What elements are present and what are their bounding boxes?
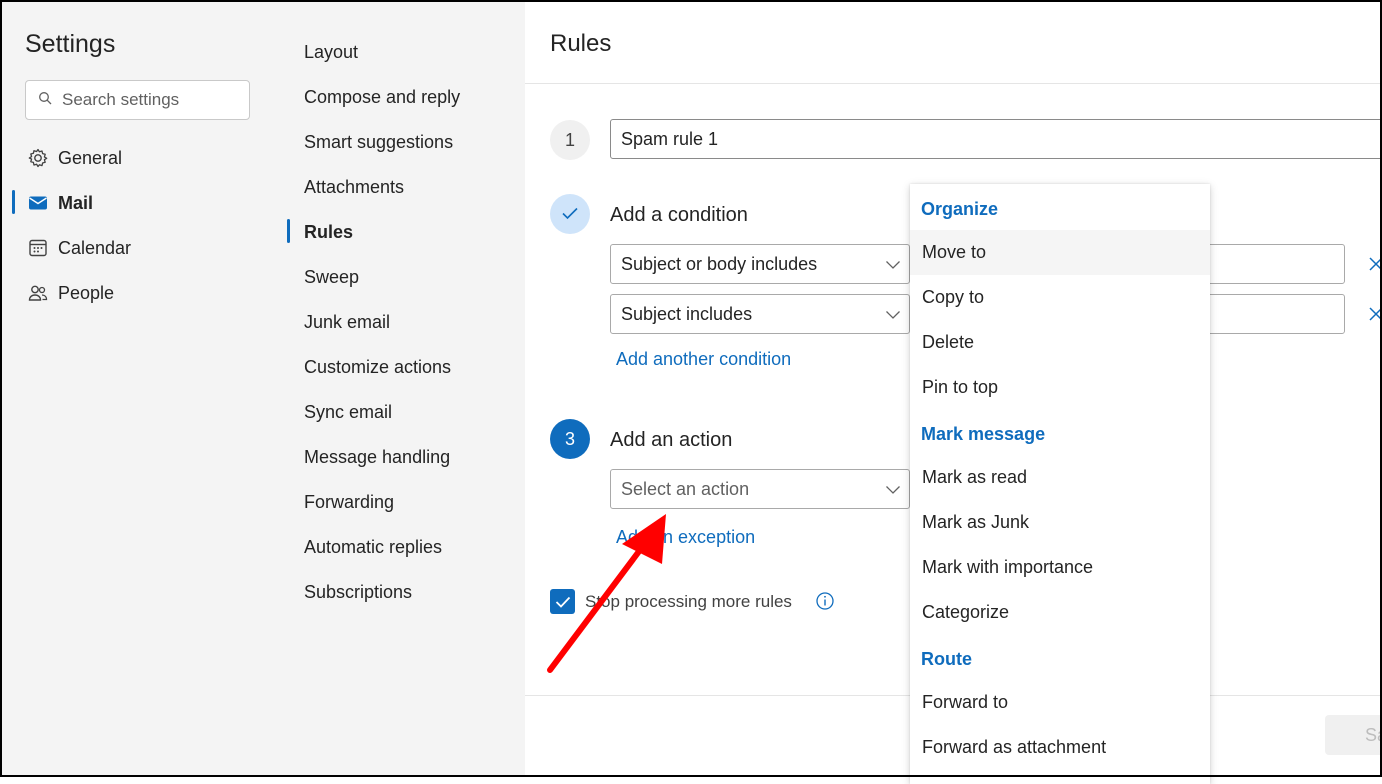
mail-settings-item-sweep[interactable]: Sweep xyxy=(304,264,359,290)
menu-item-pin-to-top[interactable]: Pin to top xyxy=(910,365,1210,410)
mail-settings-item-smart-suggestions[interactable]: Smart suggestions xyxy=(304,129,453,155)
step-2-complete-indicator xyxy=(550,194,590,234)
menu-item-categorize[interactable]: Categorize xyxy=(910,590,1210,635)
step-3-indicator: 3 xyxy=(550,419,590,459)
chevron-down-icon xyxy=(885,479,901,500)
action-menu: Organize Move to Copy to Delete Pin to t… xyxy=(910,184,1210,784)
gear-icon xyxy=(26,146,50,170)
menu-item-move-to[interactable]: Move to xyxy=(910,230,1210,275)
mail-settings-item-rules[interactable]: Rules xyxy=(304,219,353,245)
nav-item-label: Mail xyxy=(58,192,94,213)
mail-settings-item-subscriptions[interactable]: Subscriptions xyxy=(304,579,412,605)
mail-settings-item-junk-email[interactable]: Junk email xyxy=(304,309,390,335)
menu-item-copy-to[interactable]: Copy to xyxy=(910,275,1210,320)
nav-item-label: People xyxy=(58,282,115,303)
mail-settings-item-layout[interactable]: Layout xyxy=(304,39,358,65)
menu-item-mark-with-importance[interactable]: Mark with importance xyxy=(910,545,1210,590)
settings-title: Settings xyxy=(25,30,116,58)
condition-dropdown-value: Subject includes xyxy=(621,303,753,324)
step-1-indicator: 1 xyxy=(550,120,590,160)
stop-processing-label: Stop processing more rules xyxy=(585,592,792,611)
menu-group-header-route: Route xyxy=(921,649,972,669)
menu-item-forward-to[interactable]: Forward to xyxy=(910,680,1210,725)
mail-settings-item-sync-email[interactable]: Sync email xyxy=(304,399,392,425)
menu-item-forward-as-attachment[interactable]: Forward as attachment xyxy=(910,725,1210,770)
mail-settings-list: Layout Compose and reply Smart suggestio… xyxy=(276,0,525,777)
rule-name-input[interactable]: Spam rule 1 xyxy=(610,119,1382,159)
mail-settings-item-compose[interactable]: Compose and reply xyxy=(304,84,460,110)
remove-condition-1-icon[interactable] xyxy=(1367,255,1382,278)
people-icon xyxy=(26,281,50,305)
menu-group-header-mark-message: Mark message xyxy=(921,424,1046,444)
add-action-label: Add an action xyxy=(610,429,733,451)
remove-condition-2-icon[interactable] xyxy=(1367,305,1382,328)
mail-settings-item-forwarding[interactable]: Forwarding xyxy=(304,489,394,515)
chevron-down-icon xyxy=(885,304,901,325)
info-icon[interactable] xyxy=(815,591,835,616)
stop-processing-checkbox[interactable] xyxy=(550,589,575,614)
nav-item-mail[interactable]: Mail xyxy=(26,188,93,218)
condition-dropdown-value: Subject or body includes xyxy=(621,253,818,274)
sub-active-indicator xyxy=(287,219,290,243)
nav-item-general[interactable]: General xyxy=(26,143,122,173)
search-settings-box[interactable] xyxy=(25,80,250,120)
page-title: Rules xyxy=(550,30,612,57)
menu-group-header-organize: Organize xyxy=(921,199,999,219)
condition-dropdown-2[interactable]: Subject includes xyxy=(610,294,910,334)
menu-item-delete[interactable]: Delete xyxy=(910,320,1210,365)
nav-item-people[interactable]: People xyxy=(26,278,114,308)
checkmark-icon xyxy=(561,204,579,225)
mail-icon xyxy=(26,191,50,215)
search-icon xyxy=(38,91,52,110)
mail-settings-item-customize-actions[interactable]: Customize actions xyxy=(304,354,451,380)
calendar-icon xyxy=(26,236,50,260)
mail-settings-item-attachments[interactable]: Attachments xyxy=(304,174,404,200)
search-settings-input[interactable] xyxy=(60,89,230,111)
nav-item-label: Calendar xyxy=(58,237,132,258)
nav-item-label: General xyxy=(58,147,123,168)
menu-item-mark-as-junk[interactable]: Mark as Junk xyxy=(910,500,1210,545)
action-dropdown-placeholder: Select an action xyxy=(621,478,750,499)
mail-settings-item-automatic-replies[interactable]: Automatic replies xyxy=(304,534,442,560)
add-condition-label: Add a condition xyxy=(610,204,748,226)
settings-sidebar: Settings General Mail Calendar People xyxy=(0,0,276,777)
add-exception-link[interactable]: Add an exception xyxy=(616,527,755,548)
nav-active-indicator xyxy=(12,190,15,214)
nav-item-calendar[interactable]: Calendar xyxy=(26,233,131,263)
menu-item-mark-as-read[interactable]: Mark as read xyxy=(910,455,1210,500)
save-button[interactable]: Save xyxy=(1325,715,1382,755)
add-another-condition-link[interactable]: Add another condition xyxy=(616,349,791,370)
action-dropdown[interactable]: Select an action xyxy=(610,469,910,509)
title-divider xyxy=(525,83,1382,84)
condition-dropdown-1[interactable]: Subject or body includes xyxy=(610,244,910,284)
chevron-down-icon xyxy=(885,254,901,275)
mail-settings-item-message-handling[interactable]: Message handling xyxy=(304,444,450,470)
